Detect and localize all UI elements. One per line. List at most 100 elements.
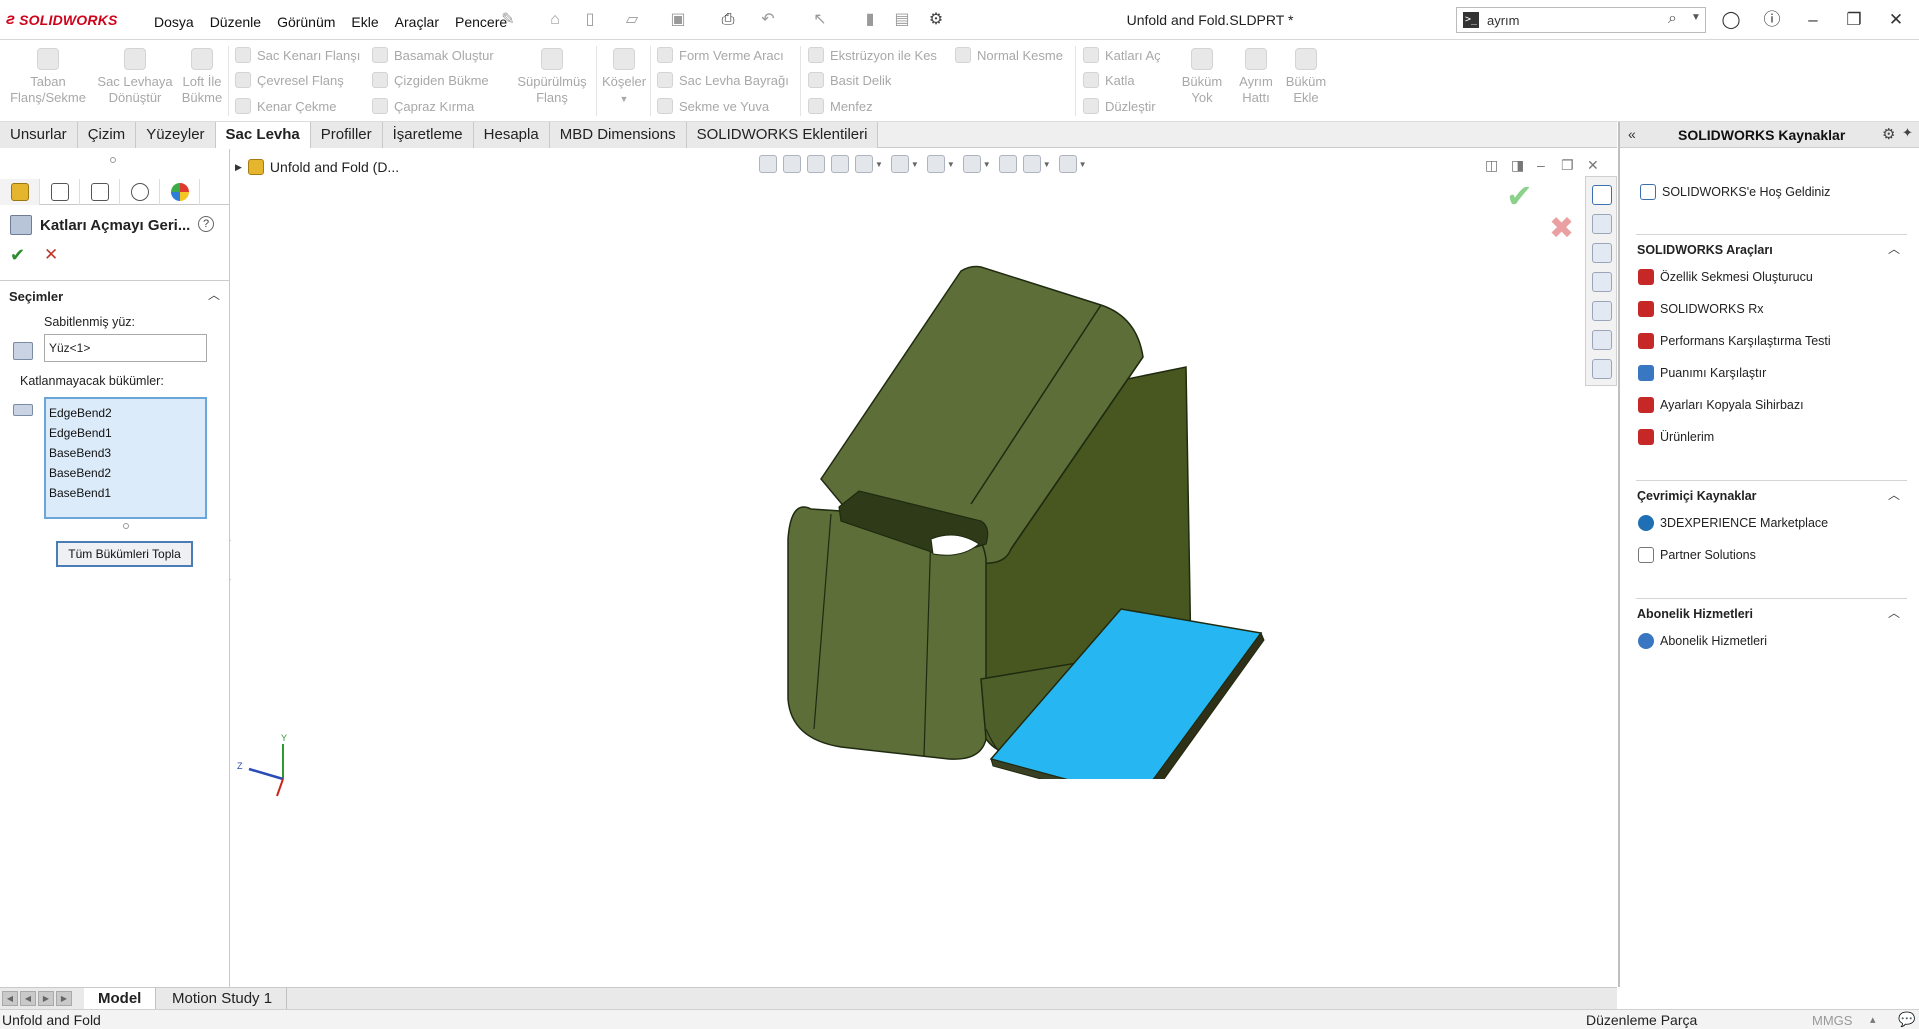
convert-to-sheet-metal-button[interactable]: Sac Levhaya Dönüştür xyxy=(94,48,176,106)
fixed-face-field[interactable]: Yüz<1> xyxy=(44,334,207,362)
view-orientation-icon[interactable] xyxy=(890,155,909,173)
viewport-close-icon[interactable]: ✕ xyxy=(1587,157,1599,174)
zoom-to-fit-icon[interactable] xyxy=(759,155,777,173)
list-item[interactable]: EdgeBend1 xyxy=(49,423,202,443)
simple-hole-button[interactable]: Basit Delik xyxy=(808,70,891,90)
appearances-icon[interactable] xyxy=(1592,301,1612,321)
display-manager-tab[interactable] xyxy=(160,179,200,205)
extruded-cut-button[interactable]: Ekstrüzyon ile Kes xyxy=(808,45,937,65)
selections-section-header[interactable]: Seçimler ︿ xyxy=(0,280,229,306)
swept-flange-button[interactable]: Süpürülmüş Flanş xyxy=(512,48,592,106)
online-resources-section-header[interactable]: Çevrimiçi Kaynaklar ︿ xyxy=(1636,480,1907,504)
apply-scene-icon[interactable] xyxy=(1022,155,1041,173)
new-document-icon[interactable]: ▯ xyxy=(580,10,600,30)
tab-features[interactable]: Unsurlar xyxy=(0,122,78,148)
collect-all-bends-button[interactable]: Tüm Bükümleri Topla xyxy=(56,541,193,567)
configuration-manager-tab[interactable] xyxy=(80,179,120,205)
tooltip-icon[interactable]: 💬 xyxy=(1898,1011,1915,1028)
base-flange-button[interactable]: Taban Flanş/Sekme xyxy=(6,48,90,106)
list-item[interactable]: BaseBend1 xyxy=(49,483,202,503)
tab-sketch[interactable]: Çizim xyxy=(77,122,137,148)
tools-section-header[interactable]: SOLIDWORKS Araçları ︿ xyxy=(1636,234,1907,258)
tab-sheet-metal[interactable]: Sac Levha xyxy=(215,122,311,148)
tab-surfaces[interactable]: Yüzeyler xyxy=(136,122,216,148)
tab-model[interactable]: Model xyxy=(84,988,157,1010)
file-properties-icon[interactable]: ▤ xyxy=(892,10,912,30)
search-input[interactable] xyxy=(1487,11,1657,29)
tab-weldments[interactable]: Profiller xyxy=(310,122,383,148)
chevron-down-icon[interactable]: ▼ xyxy=(911,160,919,169)
open-icon[interactable]: ▱ xyxy=(622,10,642,30)
subscription-section-header[interactable]: Abonelik Hizmetleri ︿ xyxy=(1636,598,1907,622)
bends-list[interactable]: EdgeBend2 EdgeBend1 BaseBend3 BaseBend2 … xyxy=(44,397,207,519)
list-item[interactable]: BaseBend2 xyxy=(49,463,202,483)
tab-motion-study[interactable]: Motion Study 1 xyxy=(158,988,288,1010)
solidworks-rx-link[interactable]: SOLIDWORKS Rx xyxy=(1638,301,1764,317)
menu-tools[interactable]: Araçlar xyxy=(387,12,447,32)
zoom-to-area-icon[interactable] xyxy=(783,155,801,173)
dynamic-annotation-icon[interactable] xyxy=(855,155,873,173)
viewport-split-icon[interactable]: ◫ xyxy=(1485,157,1498,174)
viewport-link-icon[interactable]: ◨ xyxy=(1511,157,1524,174)
chevron-down-icon[interactable]: ▼ xyxy=(1691,12,1701,23)
copy-settings-wizard-link[interactable]: Ayarları Kopyala Sihirbazı xyxy=(1638,397,1804,413)
my-products-link[interactable]: Ürünlerim xyxy=(1638,429,1714,445)
last-tab-arrow-icon[interactable]: ▶ xyxy=(56,991,72,1006)
custom-properties-icon[interactable] xyxy=(1592,330,1612,350)
forming-tool-button[interactable]: Form Verme Aracı xyxy=(657,45,784,65)
save-icon[interactable]: ▣ xyxy=(668,10,688,30)
confirm-corner-ok-icon[interactable]: ✔ xyxy=(1506,177,1533,215)
file-explorer-icon[interactable] xyxy=(1592,243,1612,263)
minimize-icon[interactable]: – xyxy=(1800,8,1826,32)
chevron-down-icon[interactable]: ▼ xyxy=(1043,160,1051,169)
options-gear-icon[interactable]: ⚙ xyxy=(926,10,946,30)
help-icon[interactable]: ⓘ xyxy=(1759,8,1785,32)
viewport-restore-icon[interactable]: ❐ xyxy=(1561,157,1574,174)
compare-score-link[interactable]: Puanımı Karşılaştır xyxy=(1638,365,1766,381)
graphics-area[interactable]: ▶ Unfold and Fold (D... ▼ ▼ ▼ ▼ ▼ ▼ ◫ ◨ … xyxy=(231,149,1617,987)
tab-mbd-dimensions[interactable]: MBD Dimensions xyxy=(549,122,687,148)
gear-icon[interactable]: ⚙ xyxy=(1882,125,1895,143)
select-icon[interactable]: ↖ xyxy=(810,10,830,30)
unfold-button[interactable]: Katları Aç xyxy=(1083,45,1161,65)
tab-and-slot-button[interactable]: Sekme ve Yuva xyxy=(657,96,769,116)
list-item[interactable]: BaseBend3 xyxy=(49,443,202,463)
design-library-icon[interactable] xyxy=(1592,214,1612,234)
feature-tree-flyout[interactable]: ▶ Unfold and Fold (D... xyxy=(235,159,399,175)
previous-view-icon[interactable] xyxy=(807,155,825,173)
property-tab-builder-link[interactable]: Özellik Sekmesi Oluşturucu xyxy=(1638,269,1813,285)
chevron-down-icon[interactable]: ▼ xyxy=(983,160,991,169)
user-icon[interactable]: ◯ xyxy=(1718,8,1744,32)
units-menu-arrow[interactable]: ▴ xyxy=(1870,1013,1876,1026)
forum-icon[interactable] xyxy=(1592,359,1612,379)
feature-manager-tab[interactable] xyxy=(0,179,40,205)
view-palette-icon[interactable] xyxy=(1592,272,1612,292)
hem-button[interactable]: Kenar Çekme xyxy=(235,96,336,116)
first-tab-arrow-icon[interactable]: ◀ xyxy=(2,991,18,1006)
hide-show-items-icon[interactable] xyxy=(962,155,981,173)
rip-button[interactable]: Ayrım Hattı xyxy=(1228,48,1284,106)
rebuild-icon[interactable]: ▮ xyxy=(860,10,880,30)
chevron-up-icon[interactable]: ︿ xyxy=(1888,604,1900,621)
chevron-up-icon[interactable]: ︿ xyxy=(208,286,220,303)
back-arrows-icon[interactable]: « xyxy=(1628,126,1636,142)
home-icon[interactable] xyxy=(1592,185,1612,205)
pin-icon[interactable]: ✎ xyxy=(498,10,518,30)
flatten-button[interactable]: Düzleştir xyxy=(1083,96,1156,116)
sketched-bend-button[interactable]: Çizgiden Bükme xyxy=(372,70,489,90)
tab-addins[interactable]: SOLIDWORKS Eklentileri xyxy=(686,122,879,148)
sheet-metal-gusset-button[interactable]: Sac Levha Bayrağı xyxy=(657,70,789,90)
pin-icon[interactable]: ✦ xyxy=(1902,125,1913,141)
chevron-up-icon[interactable]: ︿ xyxy=(1888,486,1900,503)
no-bends-button[interactable]: Büküm Yok xyxy=(1174,48,1230,106)
viewport-minimize-icon[interactable]: – xyxy=(1537,157,1545,173)
next-tab-arrow-icon[interactable]: ▶ xyxy=(38,991,54,1006)
corners-button[interactable]: Köşeler ▼ xyxy=(600,48,648,107)
restore-icon[interactable]: ❐ xyxy=(1841,8,1867,32)
menu-edit[interactable]: Düzenle xyxy=(202,12,269,32)
menu-view[interactable]: Görünüm xyxy=(269,12,343,32)
list-resize-grip[interactable] xyxy=(123,523,129,529)
sheet-metal-model[interactable] xyxy=(681,259,1481,779)
cancel-x-icon[interactable]: ✕ xyxy=(44,245,58,265)
panel-grip[interactable] xyxy=(110,157,116,163)
